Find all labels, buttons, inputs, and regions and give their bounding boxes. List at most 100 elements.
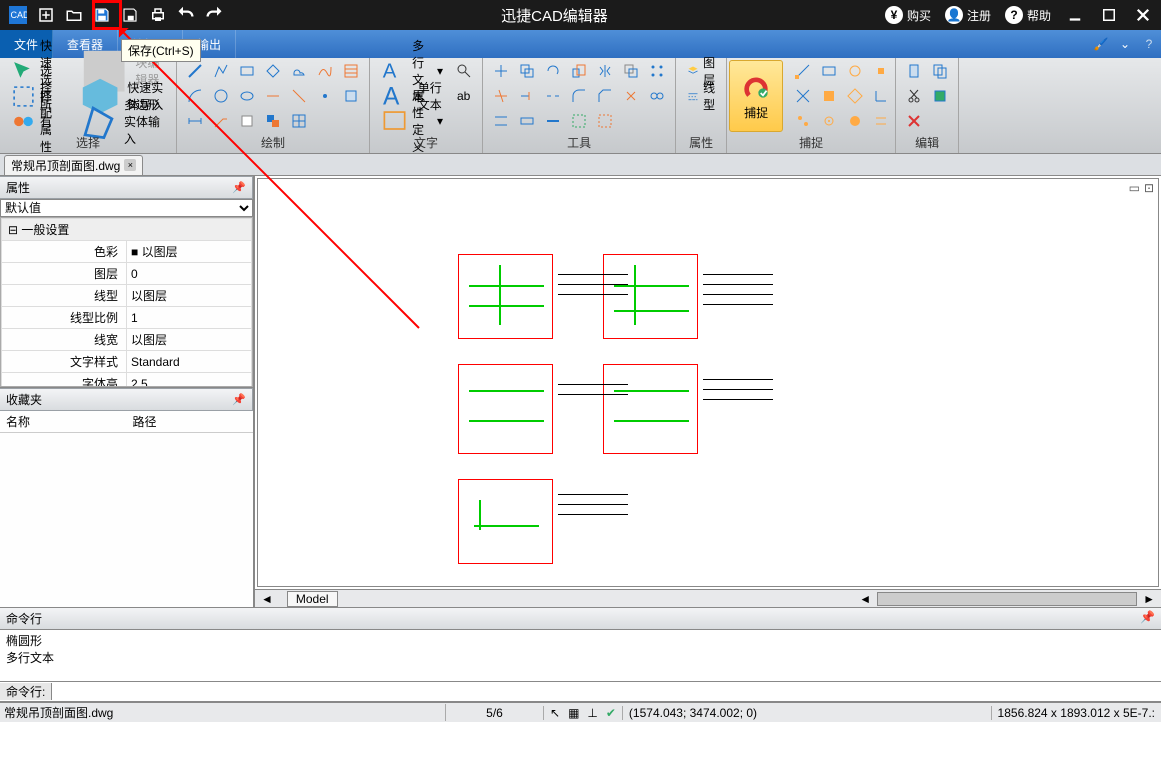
ribbon-help-icon[interactable]: ? [1137, 30, 1161, 58]
pin-icon[interactable]: 📌 [232, 393, 246, 406]
linetype-button[interactable]: 线型 [682, 85, 720, 107]
snap-big-button[interactable]: 捕捉 [729, 60, 783, 132]
snap-ext-icon[interactable] [843, 85, 867, 107]
register-button[interactable]: 👤注册 [941, 4, 995, 26]
fillet-icon[interactable] [567, 85, 591, 107]
app-icon[interactable]: CAD [4, 1, 32, 29]
model-tab[interactable]: Model [287, 591, 338, 607]
snap-node-icon[interactable] [869, 60, 893, 82]
copyclip-icon[interactable] [928, 60, 952, 82]
saveas-icon[interactable] [116, 1, 144, 29]
explode-icon[interactable] [619, 85, 643, 107]
find-icon[interactable] [452, 60, 476, 82]
line-icon[interactable] [183, 60, 207, 82]
move-icon[interactable] [489, 60, 513, 82]
wipeout-icon[interactable] [235, 110, 259, 132]
rect-icon[interactable] [235, 60, 259, 82]
snap-per-icon[interactable] [869, 85, 893, 107]
hatch-icon[interactable] [339, 60, 363, 82]
h-scrollbar[interactable] [877, 592, 1137, 606]
polygon-icon[interactable] [261, 60, 285, 82]
status-cursor-icon[interactable]: ↖ [550, 706, 560, 720]
close-icon[interactable] [1129, 1, 1157, 29]
snap-nea-icon[interactable] [817, 110, 841, 132]
pasteblock-icon[interactable] [928, 85, 952, 107]
copy-icon[interactable] [515, 60, 539, 82]
table-icon[interactable] [287, 110, 311, 132]
new-icon[interactable] [32, 1, 60, 29]
buy-button[interactable]: ¥购买 [881, 4, 935, 26]
properties-grid[interactable]: ⊟ 一般设置 色彩■ 以图层 图层0 线型以图层 线型比例1 线宽以图层 文字样… [0, 217, 253, 387]
ribbon-minimize-icon[interactable]: ⌄ [1113, 30, 1137, 58]
spell-icon[interactable]: ab [452, 85, 476, 107]
circle-icon[interactable] [209, 85, 233, 107]
ellipse-icon[interactable] [235, 85, 259, 107]
chamfer-icon[interactable] [593, 85, 617, 107]
document-tab-close-icon[interactable]: × [124, 159, 136, 171]
snap-qua-icon[interactable] [791, 85, 815, 107]
preset-select[interactable]: 默认值 [0, 199, 253, 217]
polyline-icon[interactable] [209, 60, 233, 82]
join-icon[interactable] [645, 85, 669, 107]
poly-input-button[interactable]: 多边形实体输入 [72, 110, 170, 132]
xline-icon[interactable] [287, 85, 311, 107]
viewport-tile-icon[interactable]: ▭ [1129, 181, 1140, 195]
group-icon[interactable] [567, 110, 591, 132]
break-icon[interactable] [541, 85, 565, 107]
pin-icon[interactable]: 📌 [1140, 610, 1155, 627]
status-ortho-icon[interactable]: ⊥ [587, 706, 597, 720]
viewport-close-icon[interactable]: ⊡ [1144, 181, 1154, 195]
minimize-icon[interactable] [1061, 1, 1089, 29]
ray-icon[interactable] [261, 85, 285, 107]
stretch-icon[interactable] [515, 110, 539, 132]
delete-icon[interactable] [902, 110, 926, 132]
scroll-left-icon[interactable]: ◄ [853, 592, 877, 606]
array-icon[interactable] [645, 60, 669, 82]
scale-icon[interactable] [567, 60, 591, 82]
status-snap-icon[interactable]: ✔ [606, 706, 616, 720]
redo-icon[interactable] [200, 1, 228, 29]
point-icon[interactable] [313, 85, 337, 107]
trim-icon[interactable] [489, 85, 513, 107]
snap-end-icon[interactable] [791, 60, 815, 82]
snap-app-icon[interactable] [843, 110, 867, 132]
snap-tan-icon[interactable] [791, 110, 815, 132]
arc-icon[interactable] [183, 85, 207, 107]
command-input[interactable] [52, 685, 1161, 699]
insert-icon[interactable] [261, 110, 285, 132]
pin-icon[interactable]: 📌 [232, 181, 246, 194]
extend-icon[interactable] [515, 85, 539, 107]
command-log[interactable]: 椭圆形 多行文本 [0, 630, 1161, 682]
match-props-button[interactable]: 匹配属性 [6, 110, 68, 132]
attr-def-button[interactable]: 属性定义 ▾ [376, 110, 448, 132]
tab-prev-icon[interactable]: ◄ [255, 592, 279, 606]
spline-icon[interactable] [313, 60, 337, 82]
ungroup-icon[interactable] [593, 110, 617, 132]
print-icon[interactable] [144, 1, 172, 29]
open-icon[interactable] [60, 1, 88, 29]
save-icon[interactable] [88, 1, 116, 29]
paste-icon[interactable] [902, 60, 926, 82]
boundary-icon[interactable] [339, 85, 363, 107]
offset-icon[interactable] [619, 60, 643, 82]
align-icon[interactable] [489, 110, 513, 132]
dim-icon[interactable] [183, 110, 207, 132]
snap-cen-icon[interactable] [843, 60, 867, 82]
scroll-right-icon[interactable]: ► [1137, 592, 1161, 606]
cut-icon[interactable] [902, 85, 926, 107]
snap-mid-icon[interactable] [817, 60, 841, 82]
help-button[interactable]: ?帮助 [1001, 4, 1055, 26]
status-grid-icon[interactable]: ▦ [568, 706, 579, 720]
maximize-icon[interactable] [1095, 1, 1123, 29]
favorites-list[interactable] [0, 433, 253, 583]
lengthen-icon[interactable] [541, 110, 565, 132]
mirror-icon[interactable] [593, 60, 617, 82]
leader-icon[interactable] [209, 110, 233, 132]
rotate-icon[interactable] [541, 60, 565, 82]
cloud-icon[interactable] [287, 60, 311, 82]
document-tab[interactable]: 常规吊顶剖面图.dwg × [4, 155, 143, 175]
ribbon-color-icon[interactable]: 🖌️ [1089, 30, 1113, 58]
undo-icon[interactable] [172, 1, 200, 29]
snap-int-icon[interactable] [817, 85, 841, 107]
drawing-canvas[interactable]: ▭ ⊡ [257, 178, 1159, 587]
